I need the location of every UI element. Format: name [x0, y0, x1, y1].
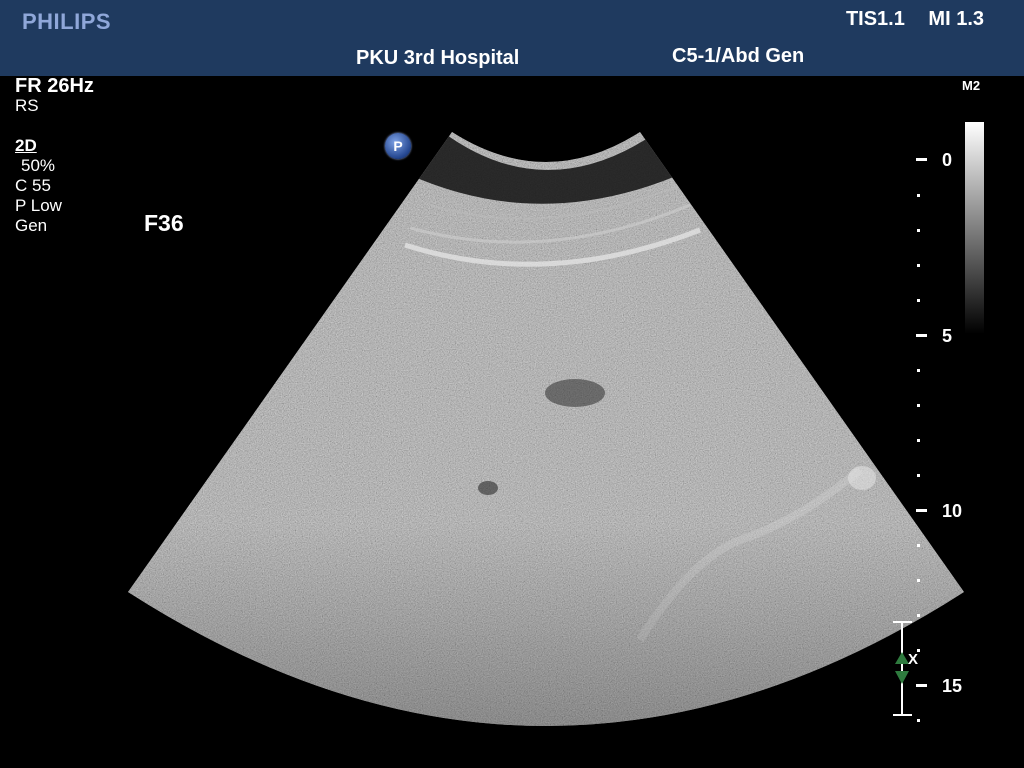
focus-position-mark: X [908, 651, 919, 668]
focus-zone-marker[interactable] [0, 0, 1024, 768]
focus-up-arrow-icon [895, 652, 909, 664]
focus-down-arrow-icon [895, 671, 909, 684]
